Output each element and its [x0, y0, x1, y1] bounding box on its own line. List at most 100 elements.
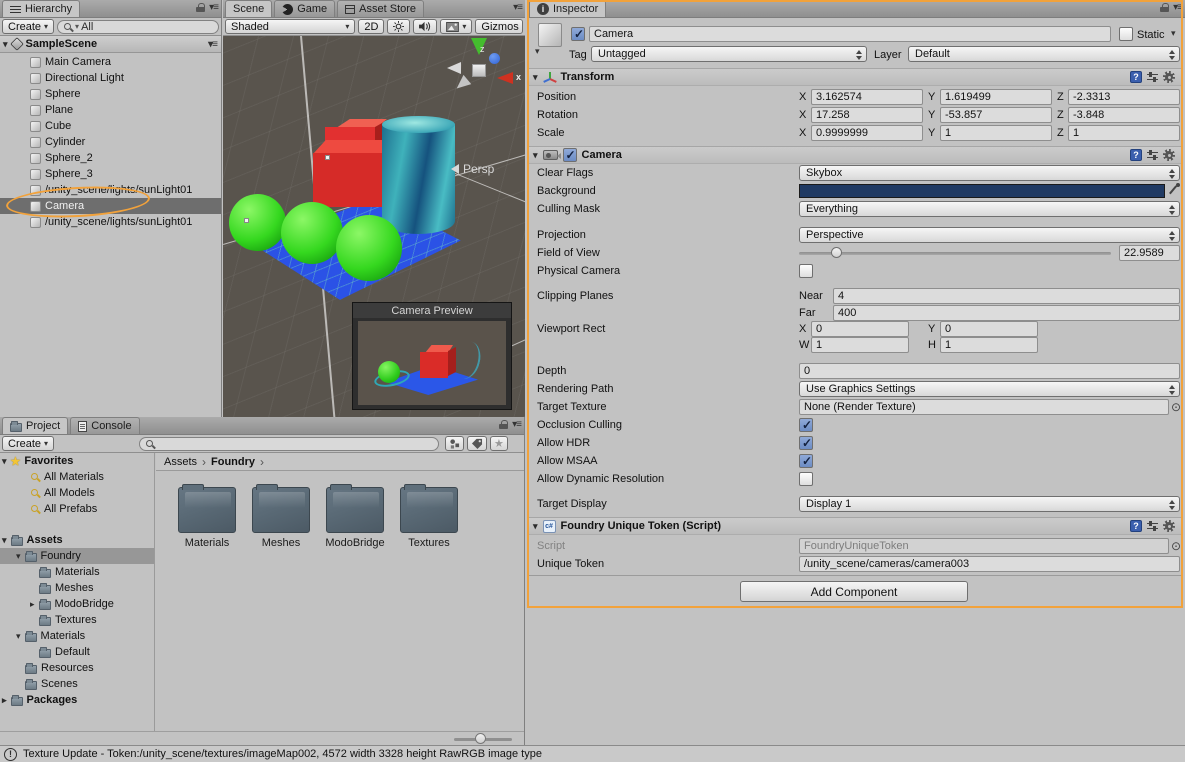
foldout-icon[interactable] — [16, 550, 21, 562]
lighting-toggle-button[interactable] — [387, 19, 410, 34]
scale-z-field[interactable]: 1 — [1068, 125, 1180, 141]
favorites-filter-button[interactable]: ★ — [490, 436, 508, 451]
search-by-type-button[interactable] — [445, 436, 464, 451]
gear-icon[interactable] — [1163, 520, 1175, 532]
scene-object-cylinder[interactable] — [382, 124, 455, 234]
scene-object-sphere-3[interactable] — [336, 215, 402, 281]
effects-dropdown-button[interactable] — [440, 19, 472, 34]
foldout-icon[interactable] — [2, 694, 7, 706]
rendering-path-dropdown[interactable]: Use Graphics Settings — [799, 381, 1180, 397]
scene-menu-icon[interactable] — [208, 39, 217, 50]
target-texture-field[interactable]: None (Render Texture) — [799, 399, 1169, 415]
scene-object-sphere[interactable] — [229, 194, 286, 251]
foldout-icon[interactable] — [533, 71, 538, 83]
gameobject-name-field[interactable]: Camera — [589, 26, 1111, 42]
status-bar[interactable]: ! Texture Update - Token:/unity_scene/te… — [0, 745, 1185, 762]
favorites-root[interactable]: Favorites — [0, 453, 154, 469]
panel-menu-icon[interactable] — [512, 419, 521, 430]
hierarchy-item[interactable]: Sphere_2 — [0, 150, 221, 166]
eyedropper-icon[interactable] — [1169, 183, 1181, 197]
favorites-item-all-prefabs[interactable]: All Prefabs — [0, 501, 154, 517]
preset-icon[interactable] — [1147, 521, 1158, 532]
viewport-w-field[interactable]: 1 — [811, 337, 909, 353]
foundry-token-header[interactable]: c# Foundry Unique Token (Script) ? — [529, 517, 1181, 535]
hierarchy-item[interactable]: Cube — [0, 118, 221, 134]
folder-modobridge[interactable]: ModoBridge — [318, 487, 392, 549]
hierarchy-item[interactable]: Main Camera — [0, 54, 221, 70]
perspective-indicator[interactable]: Persp — [451, 162, 494, 176]
tree-item-textures[interactable]: Textures — [0, 612, 154, 628]
transform-header[interactable]: Transform ? — [529, 68, 1181, 86]
tree-item-assets[interactable]: Assets — [0, 532, 154, 548]
hierarchy-item[interactable]: Cylinder — [0, 134, 221, 150]
object-picker-icon[interactable] — [1171, 400, 1181, 414]
breadcrumb-assets[interactable]: Assets — [164, 456, 197, 468]
gizmos-dropdown[interactable]: Gizmos — [475, 19, 523, 34]
projection-dropdown[interactable]: Perspective — [799, 227, 1180, 243]
breadcrumb-foundry[interactable]: Foundry — [211, 456, 255, 468]
background-color-swatch[interactable] — [799, 184, 1165, 198]
scale-x-field[interactable]: 0.9999999 — [811, 125, 923, 141]
tab-asset-store[interactable]: Asset Store — [337, 0, 424, 17]
camera-component-header[interactable]: Camera ? — [529, 146, 1181, 164]
gizmo-x-axis-cone[interactable] — [497, 72, 513, 84]
help-icon[interactable]: ? — [1130, 71, 1142, 83]
folder-meshes[interactable]: Meshes — [244, 487, 318, 549]
scene-orientation-gizmo[interactable]: z x — [445, 38, 525, 112]
camera-enabled-checkbox[interactable] — [563, 148, 577, 162]
tab-game[interactable]: Game — [274, 0, 335, 17]
tree-item-packages[interactable]: Packages — [0, 692, 154, 708]
preset-icon[interactable] — [1147, 72, 1158, 83]
scene-object-sphere-2[interactable] — [281, 202, 343, 264]
project-create-button[interactable]: Create — [2, 436, 54, 451]
physical-camera-checkbox[interactable] — [799, 264, 813, 278]
panel-menu-icon[interactable] — [513, 2, 522, 13]
viewport-y-field[interactable]: 0 — [940, 321, 1038, 337]
fov-value-field[interactable]: 22.9589 — [1119, 245, 1180, 261]
move-handle[interactable] — [244, 218, 249, 223]
static-checkbox[interactable] — [1119, 27, 1133, 41]
static-dropdown-chevron[interactable]: ▾ — [1171, 28, 1176, 39]
folder-materials[interactable]: Materials — [170, 487, 244, 549]
occlusion-culling-checkbox[interactable] — [799, 418, 813, 432]
rotation-x-field[interactable]: 17.258 — [811, 107, 923, 123]
thumbnail-zoom-thumb[interactable] — [475, 733, 486, 744]
icon-chevron-down[interactable]: ▾ — [535, 46, 540, 57]
layer-dropdown[interactable]: Default — [908, 46, 1180, 62]
tree-item-materials-root[interactable]: Materials — [0, 628, 154, 644]
allow-dynamic-resolution-checkbox[interactable] — [799, 472, 813, 486]
favorites-item-all-materials[interactable]: All Materials — [0, 469, 154, 485]
foldout-icon[interactable] — [3, 38, 8, 50]
panel-menu-icon[interactable] — [1173, 2, 1182, 13]
tree-item-default[interactable]: Default — [0, 644, 154, 660]
script-field[interactable]: FoundryUniqueToken — [799, 538, 1169, 554]
lock-icon[interactable] — [196, 3, 205, 12]
rotation-y-field[interactable]: -53.857 — [940, 107, 1052, 123]
tag-dropdown[interactable]: Untagged — [591, 46, 867, 62]
viewport-x-field[interactable]: 0 — [811, 321, 909, 337]
tab-scene[interactable]: Scene — [225, 0, 272, 17]
foldout-icon[interactable] — [533, 520, 538, 532]
tree-item-resources[interactable]: Resources — [0, 660, 154, 676]
shading-mode-dropdown[interactable]: Shaded — [225, 19, 355, 34]
tab-console[interactable]: Console — [70, 417, 139, 434]
2d-toggle-button[interactable]: 2D — [358, 19, 384, 34]
hierarchy-item[interactable]: /unity_scene/lights/sunLight01 — [0, 182, 221, 198]
depth-field[interactable]: 0 — [799, 363, 1180, 379]
clear-flags-dropdown[interactable]: Skybox — [799, 165, 1180, 181]
hierarchy-scene-root[interactable]: SampleScene — [0, 36, 221, 53]
tab-project[interactable]: Project — [2, 417, 68, 434]
tree-item-scenes[interactable]: Scenes — [0, 676, 154, 692]
foldout-icon[interactable] — [30, 598, 35, 610]
rotation-z-field[interactable]: -3.848 — [1068, 107, 1180, 123]
panel-menu-icon[interactable] — [209, 2, 218, 13]
hierarchy-item-camera-selected[interactable]: Camera — [0, 198, 221, 214]
clipping-near-field[interactable]: 4 — [833, 288, 1180, 304]
allow-msaa-checkbox[interactable] — [799, 454, 813, 468]
add-component-button[interactable]: Add Component — [740, 581, 968, 602]
hierarchy-search-input[interactable]: ▾ All — [57, 20, 219, 34]
tree-item-meshes[interactable]: Meshes — [0, 580, 154, 596]
foldout-icon[interactable] — [533, 149, 538, 161]
help-icon[interactable]: ? — [1130, 149, 1142, 161]
gizmo-center-cube[interactable] — [472, 64, 486, 77]
